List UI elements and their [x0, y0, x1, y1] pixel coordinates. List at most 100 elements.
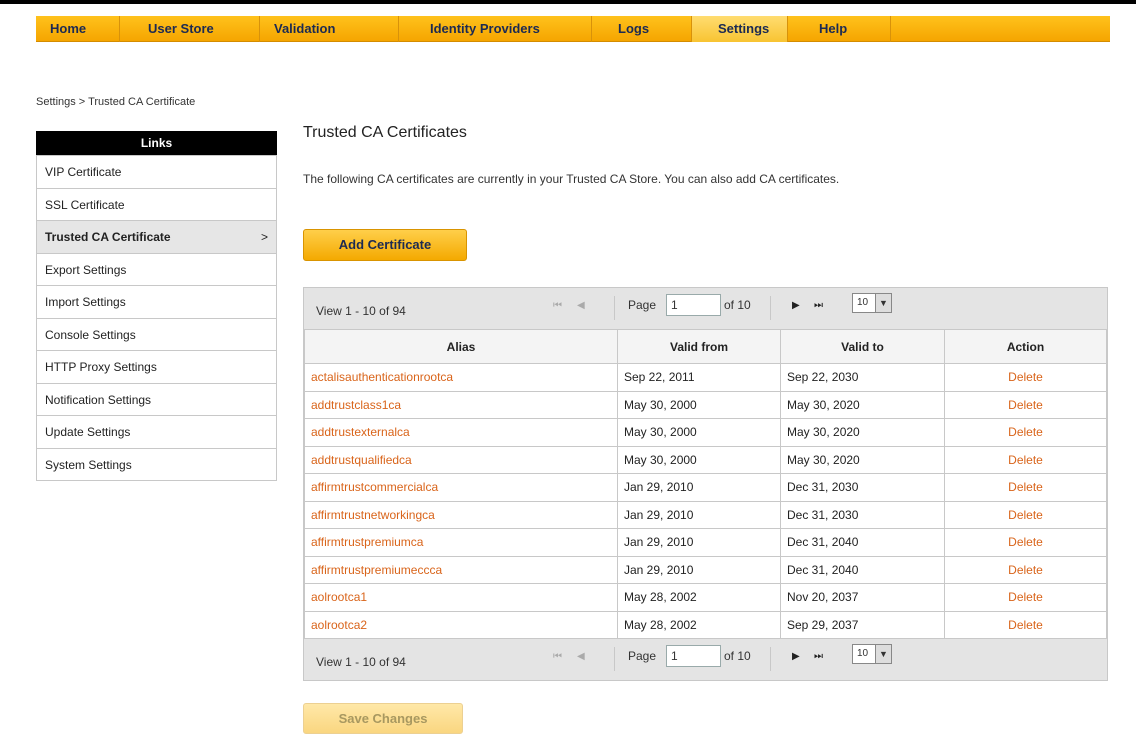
page-number-input[interactable]: 1 — [666, 294, 721, 316]
delete-link[interactable]: Delete — [944, 610, 1107, 639]
table-header-row: Alias Valid from Valid to Action — [304, 329, 1107, 364]
page-number-input[interactable]: 1 — [666, 645, 721, 667]
sidebar-item-update-settings[interactable]: Update Settings — [37, 415, 276, 448]
alias-link[interactable]: actalisauthenticationrootca — [304, 363, 618, 392]
table-row: affirmtrustcommercialca Jan 29, 2010 Dec… — [304, 473, 1107, 502]
last-page-icon[interactable]: ⏭ — [814, 300, 823, 311]
valid-from-cell: May 30, 2000 — [617, 445, 781, 474]
pager-view-text: View 1 - 10 of 94 — [316, 655, 406, 669]
delete-link[interactable]: Delete — [944, 445, 1107, 474]
sidebar-item-label: HTTP Proxy Settings — [45, 360, 157, 374]
alias-link[interactable]: addtrustqualifiedca — [304, 445, 618, 474]
certificate-table: Alias Valid from Valid to Action actalis… — [304, 329, 1107, 639]
chevron-down-icon: ▼ — [875, 294, 891, 312]
alias-link[interactable]: affirmtrustpremiumca — [304, 528, 618, 557]
valid-from-cell: Sep 22, 2011 — [617, 363, 781, 392]
first-page-icon[interactable]: ⏮ — [553, 300, 562, 311]
sidebar-item-http-proxy-settings[interactable]: HTTP Proxy Settings — [37, 350, 276, 383]
next-page-icon[interactable]: ▶ — [792, 300, 800, 311]
alias-link[interactable]: affirmtrustcommercialca — [304, 473, 618, 502]
sidebar-item-ssl-certificate[interactable]: SSL Certificate — [37, 187, 276, 220]
alias-link[interactable]: affirmtrustnetworkingca — [304, 500, 618, 529]
valid-from-cell: May 30, 2000 — [617, 418, 781, 447]
valid-to-cell: Dec 31, 2040 — [780, 528, 945, 557]
valid-to-cell: Dec 31, 2040 — [780, 555, 945, 584]
valid-to-cell: May 30, 2020 — [780, 445, 945, 474]
alias-link[interactable]: affirmtrustpremiumeccca — [304, 555, 618, 584]
nav-user-store[interactable]: User Store — [120, 16, 260, 42]
delete-link[interactable]: Delete — [944, 500, 1107, 529]
page-total-label: of 10 — [724, 298, 751, 312]
nav-help[interactable]: Help — [788, 16, 891, 42]
delete-link[interactable]: Delete — [944, 528, 1107, 557]
alias-link[interactable]: addtrustclass1ca — [304, 390, 618, 419]
last-page-icon[interactable]: ⏭ — [814, 651, 823, 662]
breadcrumb: Settings > Trusted CA Certificate — [36, 96, 196, 108]
delete-link[interactable]: Delete — [944, 418, 1107, 447]
top-border-line — [0, 0, 1136, 4]
nav-identity-providers[interactable]: Identity Providers — [399, 16, 592, 42]
valid-to-cell: Dec 31, 2030 — [780, 473, 945, 502]
column-header-valid-to[interactable]: Valid to — [780, 329, 945, 364]
nav-logs[interactable]: Logs — [592, 16, 692, 42]
add-certificate-button[interactable]: Add Certificate — [303, 229, 467, 261]
delete-link[interactable]: Delete — [944, 583, 1107, 612]
page-description: The following CA certificates are curren… — [303, 172, 840, 186]
sidebar: Links VIP Certificate SSL Certificate Tr… — [36, 131, 277, 481]
table-row: affirmtrustpremiumca Jan 29, 2010 Dec 31… — [304, 528, 1107, 557]
chevron-down-icon: ▼ — [875, 645, 891, 663]
alias-link[interactable]: aolrootca2 — [304, 610, 618, 639]
table-row: addtrustqualifiedca May 30, 2000 May 30,… — [304, 445, 1107, 474]
page-size-select[interactable]: 10 ▼ — [852, 293, 892, 313]
table-row: addtrustclass1ca May 30, 2000 May 30, 20… — [304, 390, 1107, 419]
sidebar-item-label: System Settings — [45, 457, 132, 472]
column-header-action[interactable]: Action — [944, 329, 1107, 364]
chevron-right-icon: > — [260, 230, 268, 244]
sidebar-item-system-settings[interactable]: System Settings — [37, 447, 276, 480]
valid-from-cell: Jan 29, 2010 — [617, 528, 781, 557]
delete-link[interactable]: Delete — [944, 473, 1107, 502]
sidebar-item-label: Console Settings — [45, 327, 136, 342]
prev-page-icon[interactable]: ◀ — [577, 300, 585, 311]
pager-divider — [770, 647, 771, 671]
alias-link[interactable]: addtrustexternalca — [304, 418, 618, 447]
valid-from-cell: May 30, 2000 — [617, 390, 781, 419]
pager-divider — [614, 647, 615, 671]
valid-to-cell: May 30, 2020 — [780, 390, 945, 419]
prev-page-icon[interactable]: ◀ — [577, 651, 585, 662]
nav-home[interactable]: Home — [36, 16, 120, 42]
page-size-value: 10 — [857, 297, 869, 308]
page-title: Trusted CA Certificates — [303, 124, 467, 141]
next-page-icon[interactable]: ▶ — [792, 651, 800, 662]
nav-validation[interactable]: Validation — [260, 16, 399, 42]
save-changes-button[interactable]: Save Changes — [303, 703, 463, 734]
column-header-valid-from[interactable]: Valid from — [617, 329, 781, 364]
delete-link[interactable]: Delete — [944, 555, 1107, 584]
sidebar-item-export-settings[interactable]: Export Settings — [37, 252, 276, 285]
sidebar-item-console-settings[interactable]: Console Settings — [37, 317, 276, 350]
delete-link[interactable]: Delete — [944, 390, 1107, 419]
page-size-select[interactable]: 10 ▼ — [852, 644, 892, 664]
sidebar-item-notification-settings[interactable]: Notification Settings — [37, 382, 276, 415]
valid-to-cell: Nov 20, 2037 — [780, 583, 945, 612]
sidebar-item-vip-certificate[interactable]: VIP Certificate — [37, 155, 276, 188]
sidebar-item-label: SSL Certificate — [45, 197, 125, 212]
main-nav: Home User Store Validation Identity Prov… — [36, 16, 1110, 42]
sidebar-item-import-settings[interactable]: Import Settings — [37, 285, 276, 318]
valid-from-cell: Jan 29, 2010 — [617, 555, 781, 584]
sidebar-item-trusted-ca-certificate[interactable]: Trusted CA Certificate > — [37, 220, 276, 253]
page-total-label: of 10 — [724, 649, 751, 663]
column-header-alias[interactable]: Alias — [304, 329, 618, 364]
first-page-icon[interactable]: ⏮ — [553, 651, 562, 662]
valid-to-cell: Dec 31, 2030 — [780, 500, 945, 529]
sidebar-list: VIP Certificate SSL Certificate Trusted … — [36, 155, 277, 481]
page-label: Page — [628, 298, 657, 312]
sidebar-item-label: Trusted CA Certificate — [45, 230, 171, 244]
valid-to-cell: Sep 29, 2037 — [780, 610, 945, 639]
page-label: Page — [628, 649, 657, 663]
sidebar-item-label: VIP Certificate — [45, 165, 122, 179]
alias-link[interactable]: aolrootca1 — [304, 583, 618, 612]
delete-link[interactable]: Delete — [944, 363, 1107, 392]
sidebar-header: Links — [36, 131, 277, 155]
nav-settings[interactable]: Settings — [692, 16, 788, 42]
